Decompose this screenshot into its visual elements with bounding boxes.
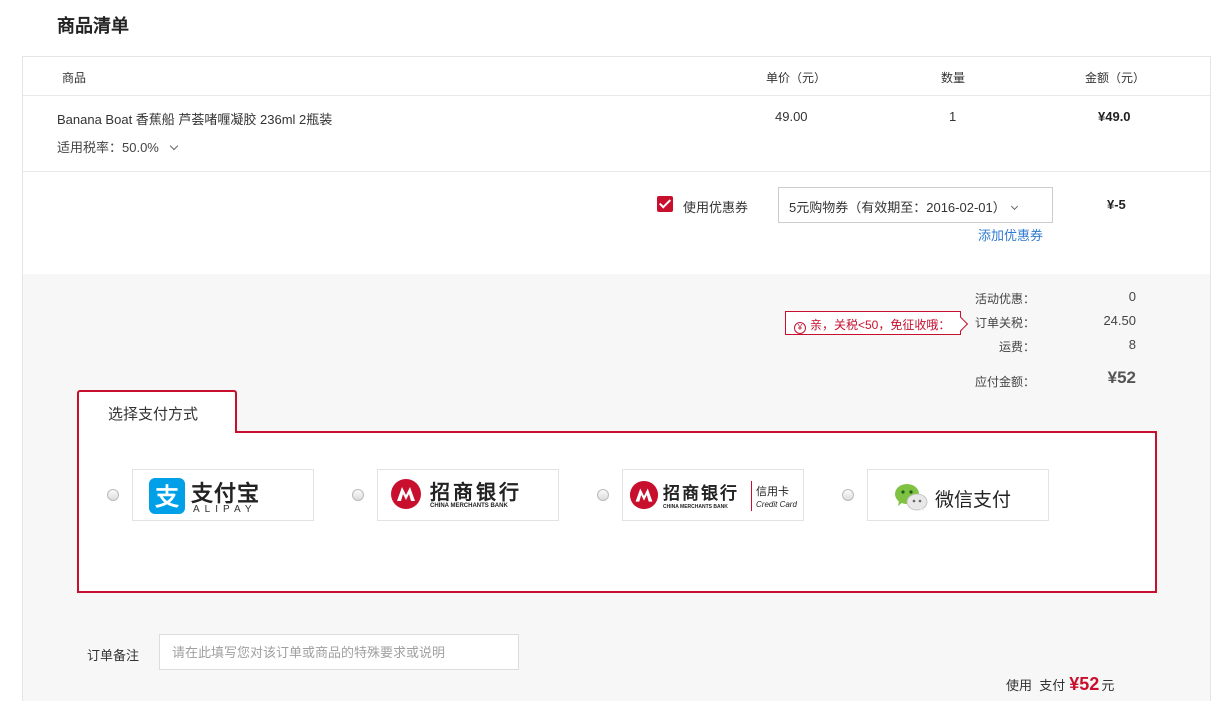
credit-card-label-en: Credit Card	[756, 500, 797, 509]
coupon-select[interactable]: 5元购物券（有效期至：2016-02-01）	[778, 187, 1053, 223]
alipay-option[interactable]: 支 支付宝 ALIPAY	[132, 469, 314, 521]
shipping-label: 运费：	[998, 340, 1035, 354]
use-coupon-label[interactable]: 使用优惠券	[683, 197, 748, 216]
remark-label: 订单备注	[87, 648, 140, 663]
header-product: 商品	[62, 71, 87, 85]
chevron-down-icon	[169, 141, 179, 151]
header-unit-price: 单价（元）	[766, 71, 827, 85]
cmb-credit-name-cn: 招商银行	[663, 484, 739, 504]
cmb-credit-name-en: CHINA MERCHANTS BANK	[663, 504, 728, 510]
coupon-selected-value: 5元购物券（有效期至：2016-02-01）	[789, 200, 1006, 215]
alipay-icon: 支	[149, 478, 185, 514]
wechat-icon	[895, 484, 928, 511]
remark-input[interactable]	[159, 634, 519, 670]
tax-value: 24.50	[1103, 313, 1136, 328]
total-line: 使用 支付 ¥52 元	[1006, 674, 1114, 695]
cmb-name-cn: 招商银行	[430, 480, 522, 504]
tab-payment-method[interactable]: 选择支付方式	[77, 390, 237, 433]
cmb-logo-icon	[391, 479, 421, 509]
total-suffix: 元	[1101, 678, 1115, 693]
order-box: 商品 单价（元） 数量 金额（元） Banana Boat 香蕉船 芦荟啫喱凝胶…	[22, 56, 1211, 701]
promo-label: 活动优惠：	[974, 292, 1035, 306]
yen-circle-icon: ¥	[794, 322, 806, 334]
wechat-radio[interactable]	[842, 489, 854, 501]
payment-panel: 支 支付宝 ALIPAY 招商银行 CHINA MERCHANTS BANK 招…	[77, 431, 1157, 593]
chevron-down-icon	[1010, 202, 1018, 211]
payable-label: 应付金额：	[974, 375, 1035, 389]
alipay-name-en: ALIPAY	[193, 504, 257, 515]
credit-card-label-cn: 信用卡	[756, 486, 789, 498]
tax-rate-toggle[interactable]: 适用税率：50.0%	[57, 137, 179, 156]
coupon-amount: ¥-5	[1107, 197, 1126, 212]
header-quantity: 数量	[941, 71, 966, 85]
unit-price: 49.00	[775, 109, 808, 124]
total-value: ¥52	[1069, 674, 1100, 694]
use-coupon-checkbox[interactable]	[657, 196, 673, 212]
cmb-option[interactable]: 招商银行 CHINA MERCHANTS BANK	[377, 469, 559, 521]
svg-text:支: 支	[155, 483, 180, 511]
promo-value: 0	[1128, 289, 1136, 304]
coupon-row: 使用优惠券 5元购物券（有效期至：2016-02-01） 添加优惠券 ¥-5	[23, 172, 1210, 274]
shipping-value: 8	[1128, 337, 1136, 352]
add-coupon-link[interactable]: 添加优惠券	[978, 225, 1043, 244]
cmb-radio[interactable]	[352, 489, 364, 501]
total-prefix: 使用	[1006, 678, 1033, 693]
order-summary: 活动优惠： 0 ¥ 亲，关税<50，免征收哦： 订单关税： 24.50 运费： 8…	[23, 274, 1210, 701]
divider	[751, 481, 752, 511]
table-row: Banana Boat 香蕉船 芦荟啫喱凝胶 236ml 2瓶装 适用税率：50…	[23, 96, 1210, 172]
page-title: 商品清单	[57, 16, 129, 36]
quantity: 1	[949, 109, 957, 124]
alipay-radio[interactable]	[107, 489, 119, 501]
product-name: Banana Boat 香蕉船 芦荟啫喱凝胶 236ml 2瓶装	[57, 112, 333, 127]
cmb-logo-icon	[629, 480, 659, 510]
tax-label: 订单关税：	[974, 316, 1035, 330]
payment-tab-label: 选择支付方式	[108, 406, 199, 423]
tax-rate-label: 适用税率：50.0%	[57, 140, 159, 155]
total-middle: 支付	[1039, 678, 1066, 693]
cmb-credit-option[interactable]: 招商银行 CHINA MERCHANTS BANK 信用卡 Credit Car…	[622, 469, 804, 521]
header-amount: 金额（元）	[1085, 71, 1146, 85]
cmb-name-en: CHINA MERCHANTS BANK	[430, 503, 508, 509]
payable-value: ¥52	[1107, 368, 1136, 387]
cmb-credit-radio[interactable]	[597, 489, 609, 501]
table-header: 商品 单价（元） 数量 金额（元）	[23, 57, 1210, 96]
wechat-option[interactable]: 微信支付	[867, 469, 1049, 521]
tax-free-tip-text: 亲，关税<50，免征收哦：	[810, 318, 951, 332]
wechat-name: 微信支付	[935, 490, 1012, 511]
item-amount: ¥49.0	[1098, 109, 1131, 124]
